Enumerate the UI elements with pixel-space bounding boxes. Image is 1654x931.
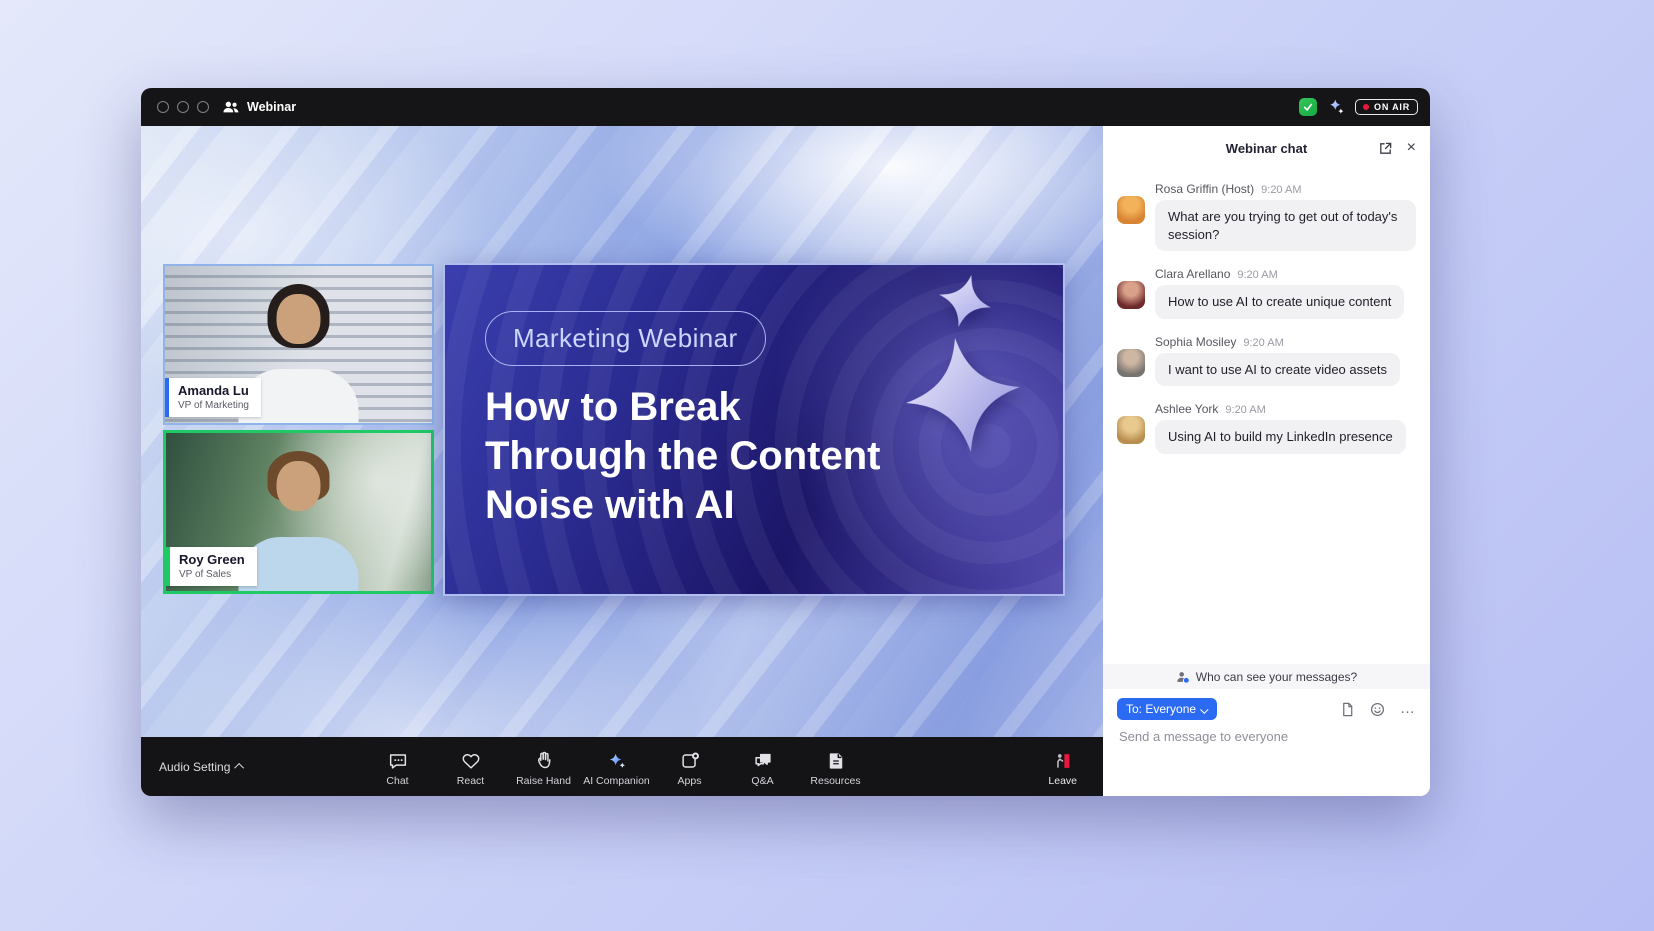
message-input[interactable] [1119,729,1414,744]
resources-button[interactable]: Resources [799,746,872,787]
person-visibility-icon [1176,670,1190,684]
message-author: Sophia Mosiley [1155,335,1236,349]
participant-name: Roy Green [179,552,245,568]
close-icon[interactable]: × [1407,140,1416,156]
participant-role: VP of Sales [179,568,245,581]
on-air-dot [1363,104,1369,110]
message-text: Using AI to build my LinkedIn presence [1155,420,1406,454]
chat-message: Ashlee York 9:20 AM Using AI to build my… [1117,402,1416,454]
nametag-roy: Roy Green VP of Sales [166,547,257,586]
zoom-window-icon[interactable] [197,101,209,113]
chat-footer: Who can see your messages? To: Everyone [1103,664,1430,796]
pop-out-icon[interactable] [1378,141,1393,156]
shared-slide: Marketing Webinar How to Break Through t… [443,263,1065,596]
audio-setting-button[interactable]: Audio Setting [159,760,244,774]
chat-message-list[interactable]: Rosa Griffin (Host) 9:20 AM What are you… [1103,170,1430,664]
message-text: What are you trying to get out of today'… [1155,200,1416,251]
hand-icon [533,750,555,772]
leave-button[interactable]: Leave [1048,746,1077,787]
chat-message: Sophia Mosiley 9:20 AM I want to use AI … [1117,335,1416,387]
sparkle-icon [606,750,628,772]
avatar [1117,349,1145,377]
decor-star-small [931,267,999,335]
slide-badge: Marketing Webinar [485,311,766,366]
on-air-label: ON AIR [1374,102,1410,112]
visibility-note[interactable]: Who can see your messages? [1103,664,1430,689]
webinar-window: Webinar ON AIR [141,88,1430,796]
slide-title: How to Break Through the Content Noise w… [485,383,880,529]
window-controls[interactable] [157,101,209,113]
chat-bubble-icon [387,750,409,772]
video-stage: Amanda Lu VP of Marketing Roy Green VP o… [141,126,1103,796]
resources-icon [825,750,847,772]
chevron-up-icon [235,763,245,773]
chat-title: Webinar chat [1226,141,1307,156]
message-author: Rosa Griffin (Host) [1155,182,1254,196]
attach-file-icon[interactable] [1340,702,1355,717]
decor-star-big [895,327,1031,463]
avatar [1117,196,1145,224]
chat-message: Clara Arellano 9:20 AM How to use AI to … [1117,267,1416,319]
message-time: 9:20 AM [1243,337,1283,349]
chat-header: Webinar chat × [1103,126,1430,170]
window-title: Webinar [247,100,296,114]
message-time: 9:20 AM [1261,184,1301,196]
participant-name: Amanda Lu [178,383,249,399]
video-tile-roy[interactable]: Roy Green VP of Sales [163,430,434,594]
apps-icon [679,750,701,772]
video-tile-amanda[interactable]: Amanda Lu VP of Marketing [163,264,434,425]
to-everyone-selector[interactable]: To: Everyone [1117,698,1217,720]
apps-button[interactable]: Apps [653,746,726,787]
chat-panel: Webinar chat × Rosa Griffin (Host) 9:20 … [1103,126,1430,796]
message-text: How to use AI to create unique content [1155,285,1404,319]
window-title-group: Webinar [223,100,296,114]
qa-button[interactable]: Q&A [726,746,799,787]
minimize-window-icon[interactable] [177,101,189,113]
message-author: Ashlee York [1155,402,1218,416]
avatar [1117,281,1145,309]
chat-button[interactable]: Chat [361,746,434,787]
emoji-icon[interactable] [1370,702,1385,717]
qa-bubbles-icon [752,750,774,772]
titlebar: Webinar ON AIR [141,88,1430,126]
more-options-icon[interactable]: … [1400,706,1416,712]
avatar [1117,416,1145,444]
message-author: Clara Arellano [1155,267,1230,281]
participants-icon [223,100,239,114]
raise-hand-button[interactable]: Raise Hand [507,746,580,787]
security-shield-icon[interactable] [1299,98,1317,116]
meeting-toolbar: Audio Setting Chat [141,737,1103,796]
chevron-down-icon [1200,705,1208,713]
message-text: I want to use AI to create video assets [1155,353,1400,387]
message-time: 9:20 AM [1225,404,1265,416]
close-window-icon[interactable] [157,101,169,113]
on-air-badge: ON AIR [1355,99,1418,115]
heart-icon [460,750,482,772]
chat-message: Rosa Griffin (Host) 9:20 AM What are you… [1117,182,1416,251]
ai-sparkle-icon[interactable] [1327,98,1345,116]
message-composer [1103,720,1430,746]
participant-role: VP of Marketing [178,399,249,412]
message-time: 9:20 AM [1237,269,1277,281]
ai-companion-button[interactable]: AI Companion [580,746,653,787]
nametag-amanda: Amanda Lu VP of Marketing [165,378,261,417]
react-button[interactable]: React [434,746,507,787]
leave-door-icon [1052,750,1074,772]
